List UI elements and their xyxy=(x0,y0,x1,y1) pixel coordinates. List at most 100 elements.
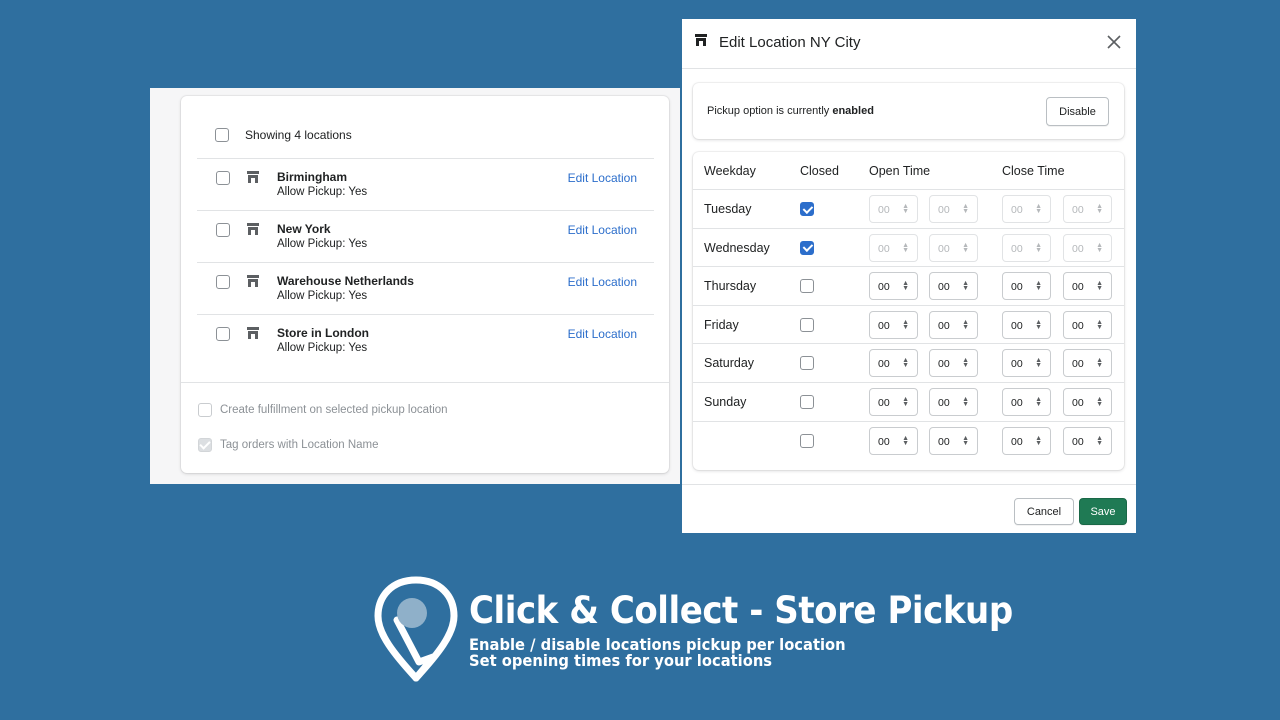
fulfillment-label: Create fulfillment on selected pickup lo… xyxy=(220,404,448,416)
select-arrows-icon: ▲ ▼ xyxy=(1035,357,1042,370)
select-arrows-icon: ▲ ▼ xyxy=(1035,203,1042,215)
open-h-select[interactable]: 00 ▲ ▼ xyxy=(869,272,918,301)
pickup-status-text: Pickup option is currently enabled xyxy=(707,105,874,117)
open-m-select[interactable]: 00 ▲ ▼ xyxy=(929,349,978,378)
row-checkbox[interactable] xyxy=(216,327,230,341)
open-h-select[interactable]: 00 ▲ ▼ xyxy=(869,349,918,378)
brand-title: Click & Collect - Store Pickup xyxy=(469,589,1013,632)
close-m-select[interactable]: 00 ▲ ▼ xyxy=(1063,349,1112,378)
select-arrows-icon: ▲ ▼ xyxy=(1096,396,1103,408)
select-value: 00 xyxy=(878,242,890,255)
select-arrows-icon: ▲ ▼ xyxy=(902,318,909,331)
closed-checkbox[interactable] xyxy=(800,317,814,332)
open-h-select[interactable]: 00 ▲ ▼ xyxy=(869,195,918,223)
fulfillment-checkbox[interactable] xyxy=(198,403,212,417)
select-value: 00 xyxy=(878,204,890,216)
save-button[interactable]: Save xyxy=(1079,498,1127,525)
open-m-select[interactable]: 00 ▲ ▼ xyxy=(929,195,978,223)
close-h-select[interactable]: 00 ▲ ▼ xyxy=(1002,349,1051,378)
close-icon[interactable] xyxy=(1106,34,1122,50)
select-value: 00 xyxy=(878,281,890,294)
open-h-select[interactable]: 00 ▲ ▼ xyxy=(869,426,918,455)
select-value: 00 xyxy=(878,397,890,409)
select-all-checkbox[interactable] xyxy=(215,128,229,142)
edit-location-modal: Edit Location NY City Pickup option is c… xyxy=(682,19,1136,533)
close-h-select[interactable]: 00 ▲ ▼ xyxy=(1002,272,1051,301)
allow-pickup-status: Allow Pickup: Yes xyxy=(277,342,368,354)
select-arrows-icon: ▲ ▼ xyxy=(902,203,909,215)
open-h-select[interactable]: 00 ▲ ▼ xyxy=(869,233,918,262)
locations-panel: Showing 4 locations Birmingham Allow Pic… xyxy=(150,88,680,484)
select-arrows-icon: ▲ ▼ xyxy=(1035,318,1042,331)
closed-checkbox[interactable] xyxy=(800,433,814,448)
weekday-label: Wednesday xyxy=(704,240,770,255)
allow-pickup-status: Allow Pickup: Yes xyxy=(277,290,368,302)
close-m-select[interactable]: 00 ▲ ▼ xyxy=(1063,426,1112,455)
select-value: 00 xyxy=(1072,204,1084,216)
close-m-select[interactable]: 00 ▲ ▼ xyxy=(1063,233,1112,262)
close-m-select[interactable]: 00 ▲ ▼ xyxy=(1063,388,1112,416)
closed-checkbox[interactable] xyxy=(800,279,814,294)
store-icon xyxy=(247,171,259,183)
close-h-select[interactable]: 00 ▲ ▼ xyxy=(1002,388,1051,416)
open-time-header: Open Time xyxy=(869,164,931,178)
store-icon xyxy=(247,327,259,339)
fulfillment-option[interactable]: Create fulfillment on selected pickup lo… xyxy=(198,403,448,417)
closed-checkbox[interactable] xyxy=(800,240,814,255)
hours-row: Friday 00 ▲ ▼ 00 ▲ ▼ 00 ▲ ▼ 00 ▲ ▼ xyxy=(693,304,1124,344)
close-h-select[interactable]: 00 ▲ ▼ xyxy=(1002,233,1051,262)
edit-location-link[interactable]: Edit Location xyxy=(568,275,637,289)
weekday-label: Sunday xyxy=(704,395,747,409)
modal-header: Edit Location NY City xyxy=(682,19,1136,69)
close-m-select[interactable]: 00 ▲ ▼ xyxy=(1063,195,1112,223)
row-checkbox[interactable] xyxy=(216,223,230,237)
status-prefix: Pickup option is currently xyxy=(707,105,830,117)
edit-location-link[interactable]: Edit Location xyxy=(568,223,637,237)
select-arrows-icon: ▲ ▼ xyxy=(1035,434,1042,447)
row-checkbox[interactable] xyxy=(216,171,230,185)
locations-card: Showing 4 locations Birmingham Allow Pic… xyxy=(181,96,669,473)
open-m-select[interactable]: 00 ▲ ▼ xyxy=(929,426,978,455)
select-value: 00 xyxy=(878,319,890,332)
close-h-select[interactable]: 00 ▲ ▼ xyxy=(1002,426,1051,455)
open-h-select[interactable]: 00 ▲ ▼ xyxy=(869,310,918,339)
hours-row: Saturday 00 ▲ ▼ 00 ▲ ▼ 00 ▲ ▼ 00 ▲ ▼ xyxy=(693,343,1124,382)
row-checkbox[interactable] xyxy=(216,275,230,289)
close-m-select[interactable]: 00 ▲ ▼ xyxy=(1063,310,1112,339)
select-value: 00 xyxy=(1011,319,1023,332)
select-arrows-icon: ▲ ▼ xyxy=(962,203,969,215)
hours-row: Tuesday 00 ▲ ▼ 00 ▲ ▼ 00 ▲ ▼ 00 ▲ ▼ xyxy=(693,189,1124,228)
select-value: 00 xyxy=(1011,281,1023,294)
hours-row: Wednesday 00 ▲ ▼ 00 ▲ ▼ 00 ▲ ▼ 00 ▲ ▼ xyxy=(693,227,1124,267)
closed-checkbox[interactable] xyxy=(800,395,814,409)
tag-orders-checkbox[interactable] xyxy=(198,438,212,452)
list-item: Warehouse Netherlands Allow Pickup: Yes … xyxy=(197,262,654,314)
select-value: 00 xyxy=(938,397,950,409)
edit-location-link[interactable]: Edit Location xyxy=(568,327,637,341)
edit-location-link[interactable]: Edit Location xyxy=(568,171,637,185)
open-h-select[interactable]: 00 ▲ ▼ xyxy=(869,388,918,416)
select-value: 00 xyxy=(1011,358,1023,371)
select-arrows-icon: ▲ ▼ xyxy=(1096,357,1103,370)
store-icon xyxy=(695,34,707,46)
closed-checkbox[interactable] xyxy=(800,202,814,216)
select-value: 00 xyxy=(1072,281,1084,294)
select-value: 00 xyxy=(938,358,950,371)
open-m-select[interactable]: 00 ▲ ▼ xyxy=(929,310,978,339)
open-m-select[interactable]: 00 ▲ ▼ xyxy=(929,272,978,301)
cancel-button[interactable]: Cancel xyxy=(1014,498,1074,525)
hours-row: 00 ▲ ▼ 00 ▲ ▼ 00 ▲ ▼ 00 ▲ ▼ xyxy=(693,420,1124,460)
close-m-select[interactable]: 00 ▲ ▼ xyxy=(1063,272,1112,301)
select-arrows-icon: ▲ ▼ xyxy=(1096,241,1103,254)
tag-orders-option[interactable]: Tag orders with Location Name xyxy=(198,438,379,452)
location-name: New York xyxy=(277,222,331,236)
select-arrows-icon: ▲ ▼ xyxy=(962,241,969,254)
close-h-select[interactable]: 00 ▲ ▼ xyxy=(1002,195,1051,223)
open-m-select[interactable]: 00 ▲ ▼ xyxy=(929,388,978,416)
list-header: Showing 4 locations xyxy=(215,128,352,142)
close-h-select[interactable]: 00 ▲ ▼ xyxy=(1002,310,1051,339)
closed-checkbox[interactable] xyxy=(800,356,814,371)
select-arrows-icon: ▲ ▼ xyxy=(962,396,969,408)
open-m-select[interactable]: 00 ▲ ▼ xyxy=(929,233,978,262)
disable-button[interactable]: Disable xyxy=(1046,97,1109,126)
